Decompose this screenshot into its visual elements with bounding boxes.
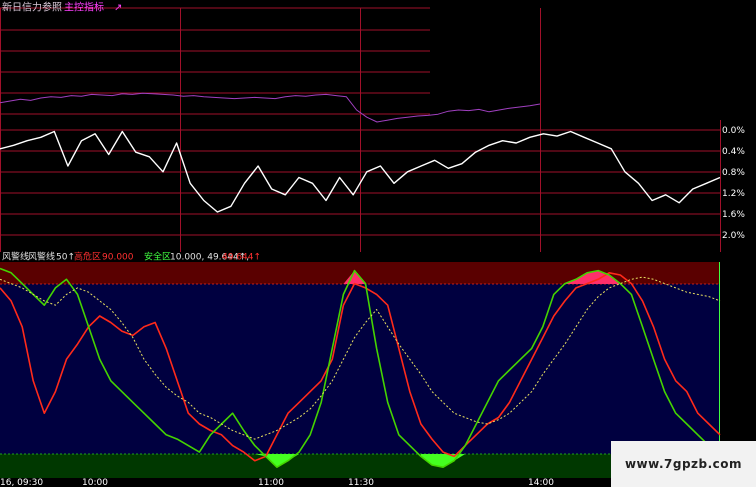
legend-name-1: 风警线 — [2, 251, 29, 263]
legend-zone-high-value: 90.000 — [102, 253, 134, 263]
y-tick-label: 0.8% — [722, 168, 745, 178]
chart-canvas: 0.0% 0.4% 0.8% 1.2% 1.6% 2.0% 新日信力参照 主控指标 ↗ 1… — [0, 0, 745, 487]
upper-panel-grid — [0, 7, 721, 252]
x-tick-label: 11:00 — [258, 478, 284, 487]
indicator-link-arrow-icon: ↗ — [114, 2, 122, 13]
indicator-title: 新日信力参照 — [2, 0, 62, 13]
legend-zone-high: 高危区 — [74, 251, 101, 263]
y-tick-label: 0.4% — [722, 147, 745, 157]
y-tick-label: 1.2% — [722, 189, 745, 199]
y-tick-label: 0.0% — [722, 126, 745, 136]
series-line-purple — [0, 92, 541, 123]
x-tick-label: 10:00 — [82, 478, 108, 487]
x-tick-label: 14:00 — [528, 478, 554, 487]
x-tick-label: 16, 09:30 — [0, 478, 43, 487]
legend-zone-safe: 安全区 — [144, 251, 171, 263]
legend-value: 50↑ — [56, 253, 75, 263]
y-tick-label: 2.0% — [722, 231, 745, 241]
indicator-link[interactable]: 主控指标 — [64, 0, 104, 13]
lower-legend: 风警线 风警线 50↑ 高危区 90.000 安全区 10.000, 49.64… — [2, 251, 261, 263]
legend-name-2: 风警线 — [28, 251, 55, 263]
watermark: www.7gpzb.com — [611, 441, 756, 487]
y-tick-label: 1.6% — [722, 210, 745, 220]
upper-panel-y-ticks: 0.0% 0.4% 0.8% 1.2% 1.6% 2.0% — [722, 126, 745, 241]
legend-extra-value: 49.644↑ — [222, 253, 261, 263]
lower-panel-x-ticks: 16, 09:30 10:00 11:00 11:30 14:00 — [0, 478, 554, 487]
x-tick-label: 11:30 — [348, 478, 374, 487]
